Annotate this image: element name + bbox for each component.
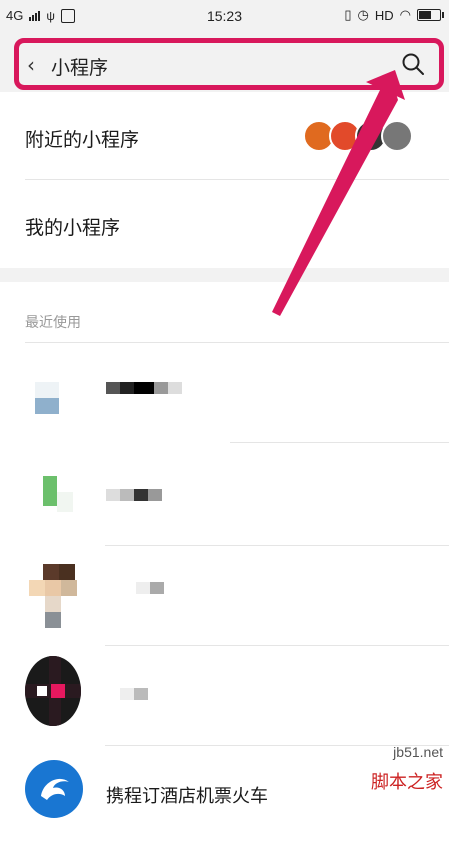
watermark-brand: 脚本之家 xyxy=(371,772,443,793)
watermark-site: jb51.net xyxy=(393,744,443,760)
watermark: jb51.net 脚本之家 xyxy=(339,730,449,800)
annotation-arrow xyxy=(272,70,405,316)
